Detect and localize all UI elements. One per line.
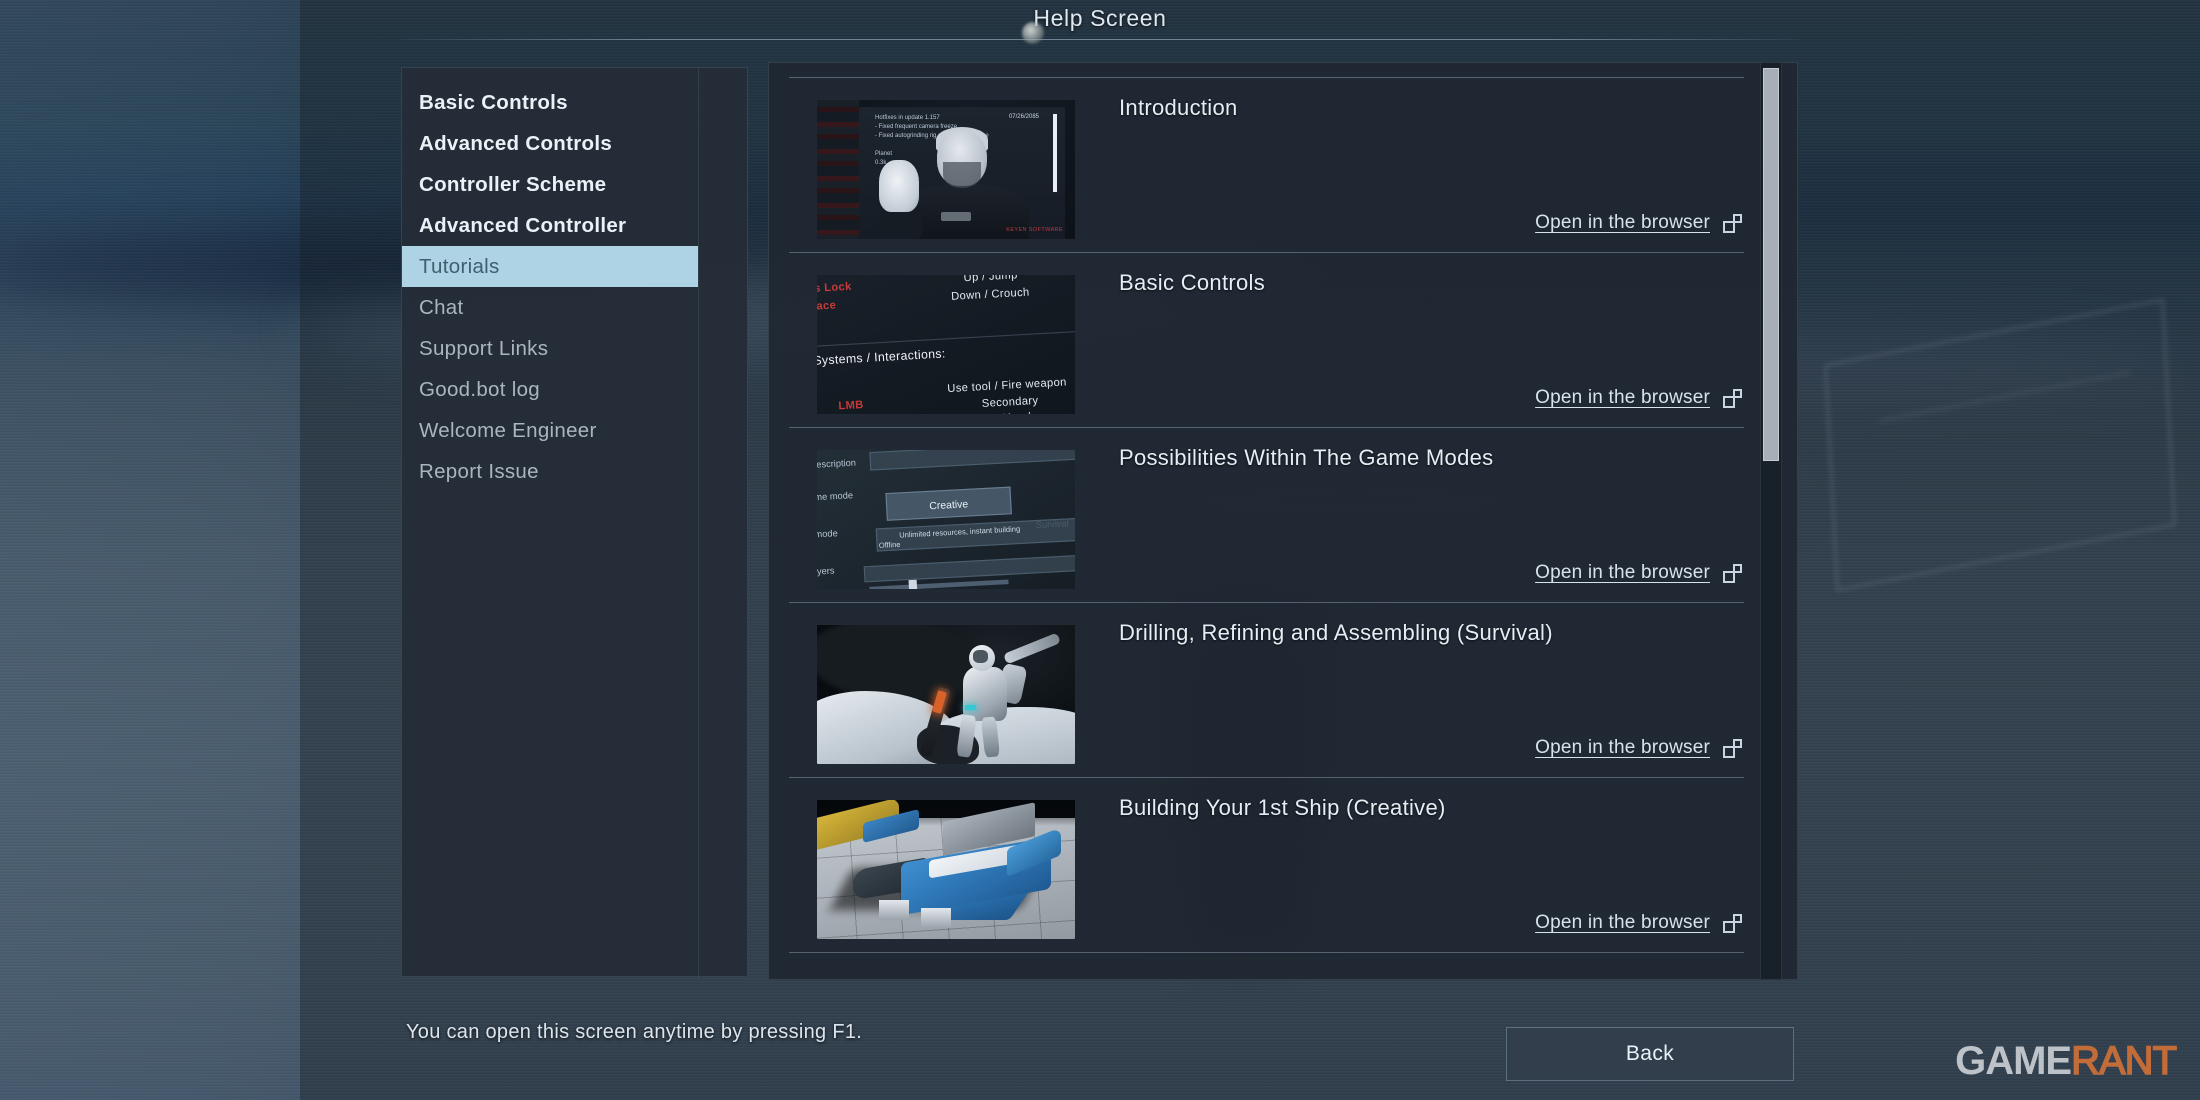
- tutorial-row-partial: [789, 952, 1744, 967]
- help-screen-header: Help Screen: [0, 0, 2200, 44]
- sidebar-item-basic-controls[interactable]: Basic Controls: [402, 82, 698, 123]
- keybindings-chart-thumbnail: aps LockSpaceCUp / JumpDown / CrouchSyst…: [817, 275, 1075, 414]
- external-link-icon: [1723, 738, 1742, 758]
- sidebar-item-welcome-engineer[interactable]: Welcome Engineer: [402, 410, 698, 451]
- external-link-icon: [1723, 913, 1742, 933]
- intro-presenter-video-thumbnail: Hotfixes in update 1.157- Fixed frequent…: [817, 100, 1075, 239]
- footer-hint-text: You can open this screen anytime by pres…: [406, 1021, 863, 1043]
- help-topics-sidebar: Basic Controls Advanced Controls Controlle…: [401, 67, 748, 978]
- sidebar-item-controller-scheme[interactable]: Controller Scheme: [402, 164, 698, 205]
- sidebar-item-support-links[interactable]: Support Links: [402, 328, 698, 369]
- blue-ship-on-platform-thumbnail[interactable]: [817, 800, 1075, 939]
- tutorial-row: Hotfixes in update 1.157- Fixed frequent…: [789, 77, 1744, 252]
- header-glow-dot: [1022, 22, 1044, 44]
- sidebar-item-list: Basic Controls Advanced Controls Controlle…: [402, 82, 698, 492]
- sidebar-item-chat[interactable]: Chat: [402, 287, 698, 328]
- tutorial-title: Building Your 1st Ship (Creative): [1119, 795, 1446, 820]
- tutorial-list: Hotfixes in update 1.157- Fixed frequent…: [789, 77, 1744, 967]
- intro-presenter-video-thumbnail[interactable]: Hotfixes in update 1.157- Fixed frequent…: [817, 100, 1075, 239]
- watermark-rant-text: RANT: [2070, 1038, 2177, 1084]
- back-button[interactable]: Back: [1506, 1027, 1794, 1081]
- page-title: Help Screen: [1033, 5, 1167, 31]
- header-divider: [400, 39, 1800, 40]
- tutorial-row: Building Your 1st Ship (Creative) Open in…: [789, 777, 1744, 952]
- sidebar-item-good-bot-log[interactable]: Good.bot log: [402, 369, 698, 410]
- sidebar-item-advanced-controls[interactable]: Advanced Controls: [402, 123, 698, 164]
- tutorial-row: Drilling, Refining and Assembling (Survi…: [789, 602, 1744, 777]
- tutorial-title: Introduction: [1119, 95, 1238, 120]
- open-in-browser-label[interactable]: Open in the browser: [1535, 387, 1710, 409]
- tutorial-title: Possibilities Within The Game Modes: [1119, 445, 1494, 470]
- tutorials-content-panel: Hotfixes in update 1.157- Fixed frequent…: [768, 62, 1798, 980]
- open-in-browser-label[interactable]: Open in the browser: [1535, 212, 1710, 234]
- astronaut-drilling-thumbnail: [817, 625, 1075, 764]
- game-mode-settings-thumbnail: New Sandbox Ship 2015-05-23DescriptionGa…: [817, 450, 1075, 589]
- open-in-browser-link[interactable]: Open in the browser: [1535, 562, 1742, 584]
- sidebar-item-tutorials[interactable]: Tutorials: [402, 246, 698, 287]
- watermark-game-text: GAME: [1955, 1039, 2072, 1083]
- keybindings-chart-thumbnail[interactable]: aps LockSpaceCUp / JumpDown / CrouchSyst…: [817, 275, 1075, 414]
- game-mode-settings-thumbnail[interactable]: New Sandbox Ship 2015-05-23DescriptionGa…: [817, 450, 1075, 589]
- astronaut-drilling-thumbnail[interactable]: [817, 625, 1075, 764]
- open-in-browser-label[interactable]: Open in the browser: [1535, 737, 1710, 759]
- open-in-browser-label[interactable]: Open in the browser: [1535, 912, 1710, 934]
- sidebar-inner-divider: [698, 68, 699, 978]
- open-in-browser-link[interactable]: Open in the browser: [1535, 737, 1742, 759]
- blue-ship-on-platform-thumbnail: [817, 800, 1075, 939]
- external-link-icon: [1723, 563, 1742, 583]
- tutorial-list-scrollbar-thumb[interactable]: [1763, 68, 1779, 461]
- external-link-icon: [1723, 388, 1742, 408]
- sidebar-item-report-issue[interactable]: Report Issue: [402, 451, 698, 492]
- tutorial-title: Drilling, Refining and Assembling (Survi…: [1119, 620, 1553, 645]
- open-in-browser-label[interactable]: Open in the browser: [1535, 562, 1710, 584]
- open-in-browser-link[interactable]: Open in the browser: [1535, 387, 1742, 409]
- external-link-icon: [1723, 213, 1742, 233]
- tutorial-row: New Sandbox Ship 2015-05-23DescriptionGa…: [789, 427, 1744, 602]
- left-light-band: [0, 0, 300, 1100]
- open-in-browser-link[interactable]: Open in the browser: [1535, 912, 1742, 934]
- open-in-browser-link[interactable]: Open in the browser: [1535, 212, 1742, 234]
- sidebar-item-advanced-controller[interactable]: Advanced Controller: [402, 205, 698, 246]
- tutorial-title: Basic Controls: [1119, 270, 1266, 295]
- gamerant-watermark: GAME RANT: [1955, 1038, 2178, 1084]
- tutorial-row: aps LockSpaceCUp / JumpDown / CrouchSyst…: [789, 252, 1744, 427]
